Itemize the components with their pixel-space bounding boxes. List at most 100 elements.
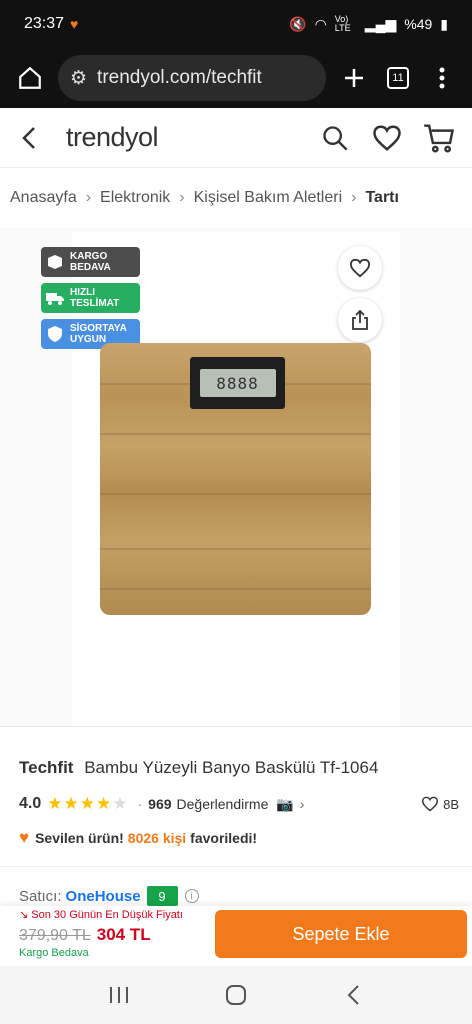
url-bar[interactable]: ⚙ trendyol.com/techfit [58,55,326,101]
badge-fast-delivery: HIZLI TESLİMAT [41,283,140,313]
favorite-count-button[interactable]: 8B [421,796,459,812]
breadcrumb-item[interactable]: Anasayfa [10,189,77,207]
breadcrumb-item[interactable]: Elektronik [100,189,170,207]
share-icon [352,310,368,330]
product-name: Bambu Yüzeyli Banyo Baskülü Tf-1064 [84,758,379,777]
rating-row: 4.0 ★ ★ ★ ★ ★ · 969 Değerlendirme 📷 › 8B [19,793,459,815]
breadcrumb-item[interactable]: Kişisel Bakım Aletleri [194,189,343,207]
add-favorite-button[interactable] [338,246,382,290]
truck-icon [45,288,65,308]
breadcrumb: Anasayfa › Elektronik › Kişisel Bakım Al… [0,168,472,228]
search-icon[interactable] [316,119,354,157]
star-icon: ★ [96,794,112,813]
star-icon: ★ [47,794,63,813]
camera-icon: 📷 [276,795,294,812]
system-nav-bar [0,966,472,1024]
status-time: 23:37 [24,15,65,32]
orange-heart-icon: ♥ [19,828,30,847]
home-icon[interactable] [12,60,48,96]
loved-count: 8026 kişi [127,830,187,846]
signal-text: Vo) LTE [334,14,351,33]
app-header: trendyol [0,108,472,168]
favorites-heart-icon[interactable] [368,119,406,157]
box-icon [45,252,65,272]
tab-switcher-button[interactable]: 11 [380,60,416,96]
separator-dot: · [137,796,143,812]
badge-line: HIZLI [70,287,95,298]
badge-line: UYGUN [70,334,107,345]
review-count: 969 [148,796,172,812]
back-nav-icon[interactable] [333,975,373,1015]
rating-stars: ★ ★ ★ ★ ★ [47,794,127,814]
breadcrumb-current: Tartı [365,189,399,206]
status-bar: 23:37 ♥ 🔇 ◠ Vo) LTE ▂▄▆ %49 ▮ [0,0,472,48]
loved-prefix: Sevilen ürün! [35,830,124,846]
status-icons: 🔇 ◠ Vo) LTE ▂▄▆ %49 ▮ [289,15,448,33]
loved-banner: ♥ Sevilen ürün! 8026 kişi favoriledi! [19,827,257,849]
current-price: 304 TL [96,925,151,944]
shield-icon [45,324,65,344]
free-shipping-label: Kargo Bedava [19,947,89,959]
reviews-link[interactable]: 969 Değerlendirme 📷 › [148,796,304,813]
battery-icon: ▮ [440,15,448,32]
mute-icon: 🔇 [289,15,307,32]
review-label: Değerlendirme [176,796,269,812]
tab-count: 11 [387,67,409,89]
product-title: Techfit Bambu Yüzeyli Banyo Baskülü Tf-1… [19,758,378,778]
badge-line: SİGORTAYA [70,323,127,334]
cart-icon[interactable] [420,119,458,157]
lowest-price-note: ↘ Son 30 Günün En Düşük Fiyatı [19,908,183,921]
badge-line: KARGO [70,251,108,262]
back-arrow-icon[interactable] [14,123,44,153]
product-info: Techfit Bambu Yüzeyli Banyo Baskülü Tf-1… [0,726,472,906]
seller-label: Satıcı: [19,887,62,905]
heart-icon [349,258,371,278]
prices: 379,90 TL 304 TL [19,925,151,945]
wood-grain [100,548,371,550]
lowest-price-text: Son 30 Günün En Düşük Fiyatı [31,909,183,921]
scale-lcd-text: 8888 [199,369,276,397]
trend-down-icon: ↘ [19,909,29,921]
recents-icon[interactable] [99,975,139,1015]
purchase-bar: ↘ Son 30 Günün En Düşük Fiyatı 379,90 TL… [0,906,472,966]
url-text: trendyol.com/techfit [97,67,262,88]
new-tab-icon[interactable] [336,60,372,96]
breadcrumb-chevron-icon: › [85,189,92,206]
share-button[interactable] [338,298,382,342]
star-empty-icon: ★ [112,794,128,813]
trendyol-logo[interactable]: trendyol [66,122,159,153]
site-settings-icon[interactable]: ⚙ [70,67,87,90]
rating-score: 4.0 [19,795,42,812]
seller-score-badge: 9 [146,886,178,906]
wifi-icon: ◠ [314,15,327,32]
divider [0,866,472,867]
add-to-cart-button[interactable]: Sepete Ekle [215,910,467,958]
old-price: 379,90 TL [19,927,91,944]
home-nav-icon[interactable] [216,975,256,1015]
badge-line: TESLİMAT [70,298,120,309]
more-menu-icon[interactable] [424,60,460,96]
seller-row: Satıcı: OneHouse 9 i [19,885,199,907]
seller-name[interactable]: OneHouse [66,888,141,905]
star-icon: ★ [79,794,95,813]
favorite-count: 8B [443,796,459,812]
wood-grain [100,493,371,495]
breadcrumb-chevron-icon: › [351,189,357,206]
wood-grain [100,588,371,590]
star-icon: ★ [63,794,79,813]
wood-grain [100,433,371,435]
chevron-right-icon: › [299,796,305,812]
scale-display: 8888 [190,357,285,409]
browser-toolbar: ⚙ trendyol.com/techfit 11 [0,48,472,108]
battery-text: %49 [404,16,433,32]
notification-heart-icon: ♥ [70,16,79,32]
heart-icon [422,796,439,812]
badge-line: BEDAVA [70,262,111,273]
signal-icon: ▂▄▆ [364,15,397,32]
badge-free-shipping: KARGO BEDAVA [41,247,140,277]
info-icon[interactable]: i [184,889,199,903]
product-brand[interactable]: Techfit [19,758,73,777]
product-image-scale: 8888 [100,343,371,615]
breadcrumb-chevron-icon: › [179,189,185,206]
loved-suffix: favoriledi! [190,830,258,846]
